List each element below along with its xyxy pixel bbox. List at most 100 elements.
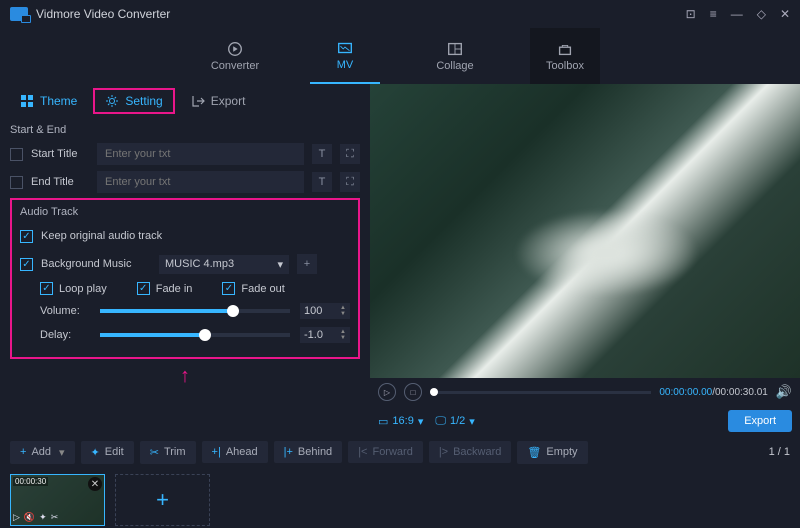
ahead-button[interactable]: +|Ahead	[202, 441, 268, 463]
subtab-setting[interactable]: Setting	[93, 88, 174, 114]
forward-icon: |<	[358, 446, 367, 458]
monitor-icon: 🖵	[435, 415, 446, 428]
edit-button[interactable]: ✦Edit	[81, 441, 134, 464]
app-logo-icon	[10, 7, 28, 21]
window-controls: ⊡ ≡ — ◇ ✕	[686, 7, 790, 21]
subtab-setting-label: Setting	[125, 94, 162, 108]
bg-music-checkbox[interactable]	[20, 258, 33, 271]
subtab-export[interactable]: Export	[181, 90, 256, 112]
converter-icon	[225, 40, 245, 58]
bg-music-label: Background Music	[41, 258, 151, 270]
volume-slider[interactable]	[100, 309, 290, 313]
clip-thumbnail[interactable]: 00:00:30 ✕ ▷ 🔇 ✦ ✂	[10, 474, 105, 526]
end-title-input[interactable]	[97, 171, 304, 193]
menu-icon[interactable]: ≡	[710, 7, 717, 21]
end-title-label: End Title	[31, 176, 89, 188]
end-title-font-button[interactable]: T	[312, 172, 332, 192]
stop-button[interactable]: □	[404, 383, 422, 401]
aspect-ratio-select[interactable]: ▭16:9▾	[378, 415, 423, 428]
start-title-font-button[interactable]: T	[312, 144, 332, 164]
mv-icon	[335, 39, 355, 57]
section-audio: Audio Track	[20, 206, 350, 218]
clip-trim-icon[interactable]: ✂	[51, 512, 59, 523]
end-title-checkbox[interactable]	[10, 176, 23, 189]
main-area: Theme Setting Export Start & End Start T…	[0, 84, 800, 436]
fadeout-option: Fade out	[222, 282, 284, 295]
clip-edit-icon[interactable]: ✦	[39, 512, 47, 523]
maximize-icon[interactable]: ◇	[757, 7, 766, 21]
clip-play-icon[interactable]: ▷	[13, 512, 20, 523]
subtab-export-label: Export	[211, 94, 246, 108]
subtab-theme[interactable]: Theme	[10, 90, 87, 112]
play-button[interactable]: ▷	[378, 383, 396, 401]
fadeout-checkbox[interactable]	[222, 282, 235, 295]
empty-button[interactable]: 🗑Empty	[517, 441, 587, 464]
bg-music-select[interactable]: MUSIC 4.mp3 ▾	[159, 255, 289, 274]
close-icon[interactable]: ✕	[780, 7, 790, 21]
bg-music-file: MUSIC 4.mp3	[165, 258, 234, 270]
scale-select[interactable]: 🖵1/2▾	[435, 415, 474, 428]
clip-mute-icon[interactable]: 🔇	[24, 512, 35, 523]
start-title-row: Start Title T ⛶	[10, 142, 360, 166]
gear-icon	[105, 94, 119, 108]
chevron-down-icon: ▾	[418, 415, 424, 428]
delay-spinner[interactable]: ▲▼	[340, 329, 346, 341]
volume-icon[interactable]: 🔊	[776, 384, 792, 400]
scissors-icon: ✂	[150, 446, 159, 459]
edit-icon: ✦	[91, 446, 100, 459]
top-nav: Converter MV Collage Toolbox	[0, 28, 800, 84]
add-button[interactable]: +Add▾	[10, 441, 75, 464]
time-current: 00:00:00.00	[659, 387, 712, 398]
time-display: 00:00:00.00/00:00:30.01	[659, 387, 767, 398]
clips-strip: 00:00:30 ✕ ▷ 🔇 ✦ ✂ +	[0, 468, 800, 528]
backward-button[interactable]: |>Backward	[429, 441, 512, 463]
behind-button[interactable]: |+Behind	[274, 441, 343, 463]
fadein-option: Fade in	[137, 282, 193, 295]
start-title-input[interactable]	[97, 143, 304, 165]
volume-row: Volume: 100▲▼	[40, 303, 350, 319]
volume-spinner[interactable]: ▲▼	[340, 305, 346, 317]
loop-checkbox[interactable]	[40, 282, 53, 295]
volume-value[interactable]: 100▲▼	[300, 303, 350, 319]
loop-play-option: Loop play	[40, 282, 107, 295]
behind-icon: |+	[284, 446, 293, 458]
keep-audio-row: Keep original audio track	[20, 224, 350, 248]
audio-track-section: Audio Track Keep original audio track Ba…	[10, 198, 360, 359]
delay-label: Delay:	[40, 329, 90, 341]
end-title-row: End Title T ⛶	[10, 170, 360, 194]
fadeout-label: Fade out	[241, 283, 284, 295]
start-title-label: Start Title	[31, 148, 89, 160]
add-music-button[interactable]: +	[297, 254, 317, 274]
start-title-checkbox[interactable]	[10, 148, 23, 161]
export-button[interactable]: Export	[728, 410, 792, 432]
delay-slider[interactable]	[100, 333, 290, 337]
toolbox-icon	[555, 40, 575, 58]
right-panel: ▷ □ 00:00:00.00/00:00:30.01 🔊 ▭16:9▾ 🖵1/…	[370, 84, 800, 436]
nav-mv[interactable]: MV	[310, 28, 380, 84]
nav-toolbox[interactable]: Toolbox	[530, 28, 600, 84]
start-title-expand-button[interactable]: ⛶	[340, 144, 360, 164]
progress-bar[interactable]	[430, 391, 651, 394]
chevron-down-icon: ▾	[59, 446, 65, 459]
delay-value[interactable]: -1.0▲▼	[300, 327, 350, 343]
delay-row: Delay: -1.0▲▼	[40, 327, 350, 343]
nav-toolbox-label: Toolbox	[546, 60, 584, 72]
clip-remove-button[interactable]: ✕	[88, 477, 102, 491]
video-preview[interactable]	[370, 84, 800, 378]
time-total: 00:00:30.01	[715, 387, 768, 398]
nav-converter[interactable]: Converter	[200, 28, 270, 84]
nav-collage[interactable]: Collage	[420, 28, 490, 84]
volume-label: Volume:	[40, 305, 90, 317]
keep-audio-checkbox[interactable]	[20, 230, 33, 243]
end-title-expand-button[interactable]: ⛶	[340, 172, 360, 192]
forward-button[interactable]: |<Forward	[348, 441, 423, 463]
add-clip-button[interactable]: +	[115, 474, 210, 526]
feedback-icon[interactable]: ⊡	[686, 7, 696, 21]
trim-button[interactable]: ✂Trim	[140, 441, 196, 464]
chevron-down-icon: ▾	[469, 415, 475, 428]
fadein-checkbox[interactable]	[137, 282, 150, 295]
minimize-icon[interactable]: —	[731, 7, 743, 21]
clip-toolbar: +Add▾ ✦Edit ✂Trim +|Ahead |+Behind |<For…	[0, 436, 800, 468]
audio-options-row: Loop play Fade in Fade out	[40, 282, 350, 295]
subtab-theme-label: Theme	[40, 94, 77, 108]
